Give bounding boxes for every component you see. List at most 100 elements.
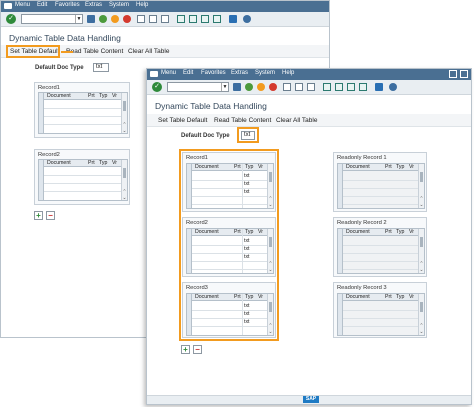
col-prt[interactable]: Prt (88, 93, 95, 100)
col-typ[interactable]: Typ (99, 93, 107, 100)
col-document[interactable]: Document (47, 93, 71, 100)
menu-favorites[interactable]: Favorites (201, 70, 226, 76)
col-typ[interactable]: Typ (245, 294, 253, 301)
col-typ[interactable]: Typ (245, 164, 253, 171)
layout-icon[interactable] (229, 15, 237, 23)
table-scrollbar[interactable]: ⌃ ⌄ (121, 93, 127, 133)
record1-table[interactable]: Document Prt Typ Vr ⌃ ⌄ (38, 92, 128, 134)
exit-icon[interactable] (257, 83, 265, 91)
record3-table[interactable]: Document Prt Typ Vr txt txt txt ⌃ ⌄ (186, 293, 274, 336)
col-vr[interactable]: Vr (258, 294, 263, 301)
find-next-icon[interactable] (161, 15, 169, 23)
col-vr[interactable]: Vr (258, 164, 263, 171)
record1-row1-typ[interactable]: txt (244, 173, 249, 179)
find-icon[interactable] (295, 83, 303, 91)
scroll-thumb[interactable] (123, 101, 126, 111)
record1-row3-typ[interactable]: txt (244, 189, 249, 195)
last-page-icon[interactable] (359, 83, 367, 91)
col-document[interactable]: Document (195, 229, 219, 236)
table-scrollbar[interactable]: ⌃ ⌄ (418, 294, 424, 335)
sap-menu-icon[interactable] (150, 71, 158, 77)
col-prt[interactable]: Prt (88, 160, 95, 167)
record2-table[interactable]: Document Prt Typ Vr ⌃ ⌄ (38, 159, 128, 201)
table-scrollbar[interactable]: ⌃ ⌄ (418, 164, 424, 208)
record2-row2-typ[interactable]: txt (244, 246, 249, 252)
command-field[interactable]: ▼ (167, 82, 229, 92)
default-doc-type-input[interactable]: txt (93, 63, 109, 72)
menu-menu[interactable]: Menu (161, 70, 176, 76)
back-icon[interactable] (99, 15, 107, 23)
first-page-icon[interactable] (323, 83, 331, 91)
record1-row2-typ[interactable]: txt (244, 181, 249, 187)
col-vr[interactable]: Vr (112, 93, 117, 100)
menu-system[interactable]: System (109, 2, 129, 8)
sap-menu-icon[interactable] (4, 3, 12, 9)
help-icon[interactable] (243, 15, 251, 23)
col-prt[interactable]: Prt (234, 164, 241, 171)
table-scrollbar[interactable]: ⌃ ⌄ (418, 229, 424, 273)
col-typ[interactable]: Typ (245, 229, 253, 236)
record3-row3-typ[interactable]: txt (244, 319, 249, 325)
plus-icon[interactable]: + (34, 211, 43, 220)
col-vr[interactable]: Vr (258, 229, 263, 236)
minus-icon[interactable]: − (193, 345, 202, 354)
dropdown-icon[interactable]: ▼ (221, 83, 228, 91)
scroll-thumb[interactable] (269, 237, 272, 247)
print-icon[interactable] (283, 83, 291, 91)
col-typ[interactable]: Typ (99, 160, 107, 167)
layout-icon[interactable] (375, 83, 383, 91)
check-circle-icon[interactable]: ✓ (6, 14, 16, 24)
scroll-down-icon[interactable]: ⌄ (268, 329, 273, 335)
menu-edit[interactable]: Edit (183, 70, 193, 76)
menu-menu[interactable]: Menu (15, 2, 30, 8)
menu-system[interactable]: System (255, 70, 275, 76)
exit-icon[interactable] (111, 15, 119, 23)
previous-page-icon[interactable] (189, 15, 197, 23)
check-circle-icon[interactable]: ✓ (152, 82, 162, 92)
help-icon[interactable] (389, 83, 397, 91)
scroll-down-icon[interactable]: ⌄ (268, 267, 273, 273)
scroll-thumb[interactable] (420, 302, 423, 312)
scroll-down-icon[interactable]: ⌄ (419, 202, 424, 208)
scroll-down-icon[interactable]: ⌄ (122, 195, 127, 200)
record2-row1-typ[interactable]: txt (244, 238, 249, 244)
record3-row2-typ[interactable]: txt (244, 311, 249, 317)
col-document[interactable]: Document (195, 164, 219, 171)
col-prt[interactable]: Prt (234, 294, 241, 301)
scroll-thumb[interactable] (269, 172, 272, 182)
table-scrollbar[interactable]: ⌃ ⌄ (121, 160, 127, 200)
read-table-content-button[interactable]: Read Table Content (211, 116, 274, 125)
record2-table[interactable]: Document Prt Typ Vr txt txt txt ⌃ ⌄ (186, 228, 274, 274)
dropdown-icon[interactable]: ▼ (75, 15, 82, 23)
scroll-thumb[interactable] (420, 172, 423, 182)
menu-help[interactable]: Help (282, 70, 294, 76)
first-page-icon[interactable] (177, 15, 185, 23)
plus-icon[interactable]: + (181, 345, 190, 354)
menu-favorites[interactable]: Favorites (55, 2, 80, 8)
previous-page-icon[interactable] (335, 83, 343, 91)
clear-all-table-button[interactable]: Clear All Table (273, 116, 320, 125)
command-field[interactable]: ▼ (21, 14, 83, 24)
record2-row3-typ[interactable]: txt (244, 254, 249, 260)
table-scrollbar[interactable]: ⌃ ⌄ (267, 294, 273, 335)
col-document[interactable]: Document (47, 160, 71, 167)
scroll-thumb[interactable] (123, 168, 126, 178)
scroll-down-icon[interactable]: ⌄ (122, 128, 127, 133)
readonly-record3-table[interactable]: Document Prt Typ Vr ⌃ ⌄ (337, 293, 425, 336)
minus-icon[interactable]: − (46, 211, 55, 220)
save-icon[interactable] (233, 83, 241, 91)
menu-extras[interactable]: Extras (85, 2, 102, 8)
table-scrollbar[interactable]: ⌃ ⌄ (267, 164, 273, 208)
next-page-icon[interactable] (201, 15, 209, 23)
readonly-record2-table[interactable]: Document Prt Typ Vr ⌃ ⌄ (337, 228, 425, 274)
menu-edit[interactable]: Edit (37, 2, 47, 8)
table-scrollbar[interactable]: ⌃ ⌄ (267, 229, 273, 273)
scroll-down-icon[interactable]: ⌄ (419, 267, 424, 273)
find-icon[interactable] (149, 15, 157, 23)
scroll-down-icon[interactable]: ⌄ (268, 202, 273, 208)
save-icon[interactable] (87, 15, 95, 23)
minimize-icon[interactable] (449, 70, 457, 78)
menu-help[interactable]: Help (136, 2, 148, 8)
back-icon[interactable] (245, 83, 253, 91)
menu-extras[interactable]: Extras (231, 70, 248, 76)
